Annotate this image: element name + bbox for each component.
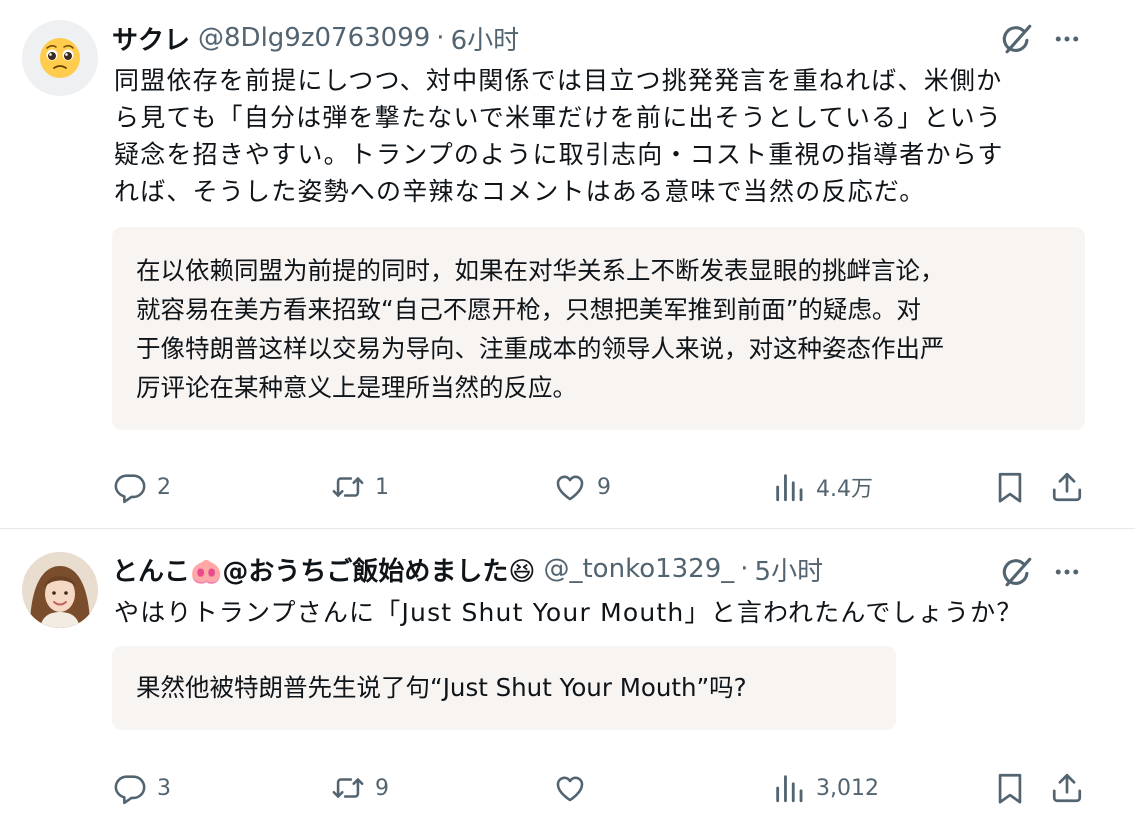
display-name[interactable]: サクレ — [112, 20, 190, 57]
more-icon — [1050, 557, 1084, 587]
translation-box: 果然他被特朗普先生说了句“Just Shut Your Mouth”吗? — [112, 646, 896, 730]
post-text-line: ら見ても「自分は弾を撃たないで米軍だけを前に出そうとしている」という — [114, 103, 1003, 132]
post[interactable]: サクレ @8Dlg9z0763099 · 6小时 同盟依存を前提にしつつ、対中関… — [0, 0, 1135, 529]
views-icon — [772, 470, 806, 504]
bookmark-button[interactable] — [993, 768, 1027, 808]
grok-icon — [1000, 555, 1034, 589]
views-button[interactable]: 3,012 — [772, 768, 879, 808]
views-count: 4.4万 — [816, 477, 873, 502]
repost-button[interactable]: 1 — [331, 467, 389, 507]
user-handle[interactable]: @_tonko1329_ — [543, 554, 734, 584]
action-bar: 2 1 9 4.4万 — [0, 467, 1135, 507]
reply-icon — [113, 470, 147, 504]
like-count: 9 — [597, 474, 611, 500]
like-button[interactable] — [553, 768, 597, 808]
share-button[interactable] — [1050, 768, 1084, 808]
avatar[interactable] — [22, 20, 98, 96]
reply-button[interactable]: 3 — [113, 768, 171, 808]
reply-count: 2 — [157, 474, 171, 500]
post-header: サクレ @8Dlg9z0763099 · 6小时 — [112, 20, 519, 56]
repost-count: 1 — [375, 474, 389, 500]
action-bar: 3 9 3,012 — [0, 768, 1135, 808]
post-text: やはりトランプさんに「Just Shut Your Mouth」と言われたんでし… — [114, 598, 1023, 627]
more-icon — [1050, 24, 1084, 54]
repost-icon — [331, 470, 365, 504]
reply-icon — [113, 771, 147, 805]
grok-button[interactable] — [1000, 555, 1034, 593]
avatar[interactable] — [22, 552, 98, 628]
reply-count: 3 — [157, 775, 171, 801]
repost-count: 9 — [375, 775, 389, 801]
share-icon — [1050, 771, 1084, 805]
separator-dot: · — [436, 23, 445, 53]
separator-dot: · — [740, 554, 749, 584]
like-icon — [553, 470, 587, 504]
views-count: 3,012 — [816, 775, 879, 801]
translation-line: 于像特朗普这样以交易为导向、注重成本的领导人来说，对这种姿态作出严 — [136, 334, 945, 363]
translation-text: 果然他被特朗普先生说了句“Just Shut Your Mouth”吗? — [136, 673, 747, 702]
post-text: 同盟依存を前提にしつつ、対中関係では目立つ挑発発言を重ねれば、米側か ら見ても「… — [114, 62, 1074, 210]
more-button[interactable] — [1050, 24, 1084, 58]
bookmark-button[interactable] — [993, 467, 1027, 507]
like-icon — [553, 771, 587, 805]
more-button[interactable] — [1050, 557, 1084, 591]
post[interactable]: とんこ🐽@おうちご飯始めました😆 @_tonko1329_ · 5小时 やはりト… — [0, 529, 1135, 828]
display-name[interactable]: とんこ🐽@おうちご飯始めました😆 — [112, 551, 535, 588]
reply-button[interactable]: 2 — [113, 467, 171, 507]
post-text-line: 同盟依存を前提にしつつ、対中関係では目立つ挑発発言を重ねれば、米側か — [114, 66, 1003, 95]
share-icon — [1050, 470, 1084, 504]
post-time[interactable]: 5小时 — [755, 551, 824, 588]
bookmark-icon — [993, 470, 1027, 504]
post-header: とんこ🐽@おうちご飯始めました😆 @_tonko1329_ · 5小时 — [112, 551, 823, 587]
translation-line: 在以依赖同盟为前提的同时，如果在对华关系上不断发表显眼的挑衅言论， — [136, 256, 945, 285]
post-text-line: 疑念を招きやすい。トランプのように取引志向・コスト重視の指導者からす — [114, 140, 1004, 169]
profile-photo-icon — [22, 552, 98, 628]
grok-button[interactable] — [1000, 22, 1034, 60]
share-button[interactable] — [1050, 467, 1084, 507]
post-text-line: れば、そうした姿勢への辛辣なコメントはある意味で当然の反応だ。 — [114, 177, 926, 206]
translation-line: 厉评论在某种意义上是理所当然的反应。 — [136, 373, 577, 402]
views-icon — [772, 771, 806, 805]
translation-box: 在以依赖同盟为前提的同时，如果在对华关系上不断发表显眼的挑衅言论， 就容易在美方… — [112, 227, 1085, 430]
user-handle[interactable]: @8Dlg9z0763099 — [198, 23, 430, 53]
repost-button[interactable]: 9 — [331, 768, 389, 808]
translation-line: 就容易在美方看来招致“自己不愿开枪，只想把美军推到前面”的疑虑。对 — [136, 295, 921, 324]
views-button[interactable]: 4.4万 — [772, 467, 873, 507]
bookmark-icon — [993, 771, 1027, 805]
grok-icon — [1000, 22, 1034, 56]
post-time[interactable]: 6小时 — [451, 20, 520, 57]
like-button[interactable]: 9 — [553, 467, 611, 507]
pleading-face-avatar-icon — [40, 38, 80, 78]
repost-icon — [331, 771, 365, 805]
